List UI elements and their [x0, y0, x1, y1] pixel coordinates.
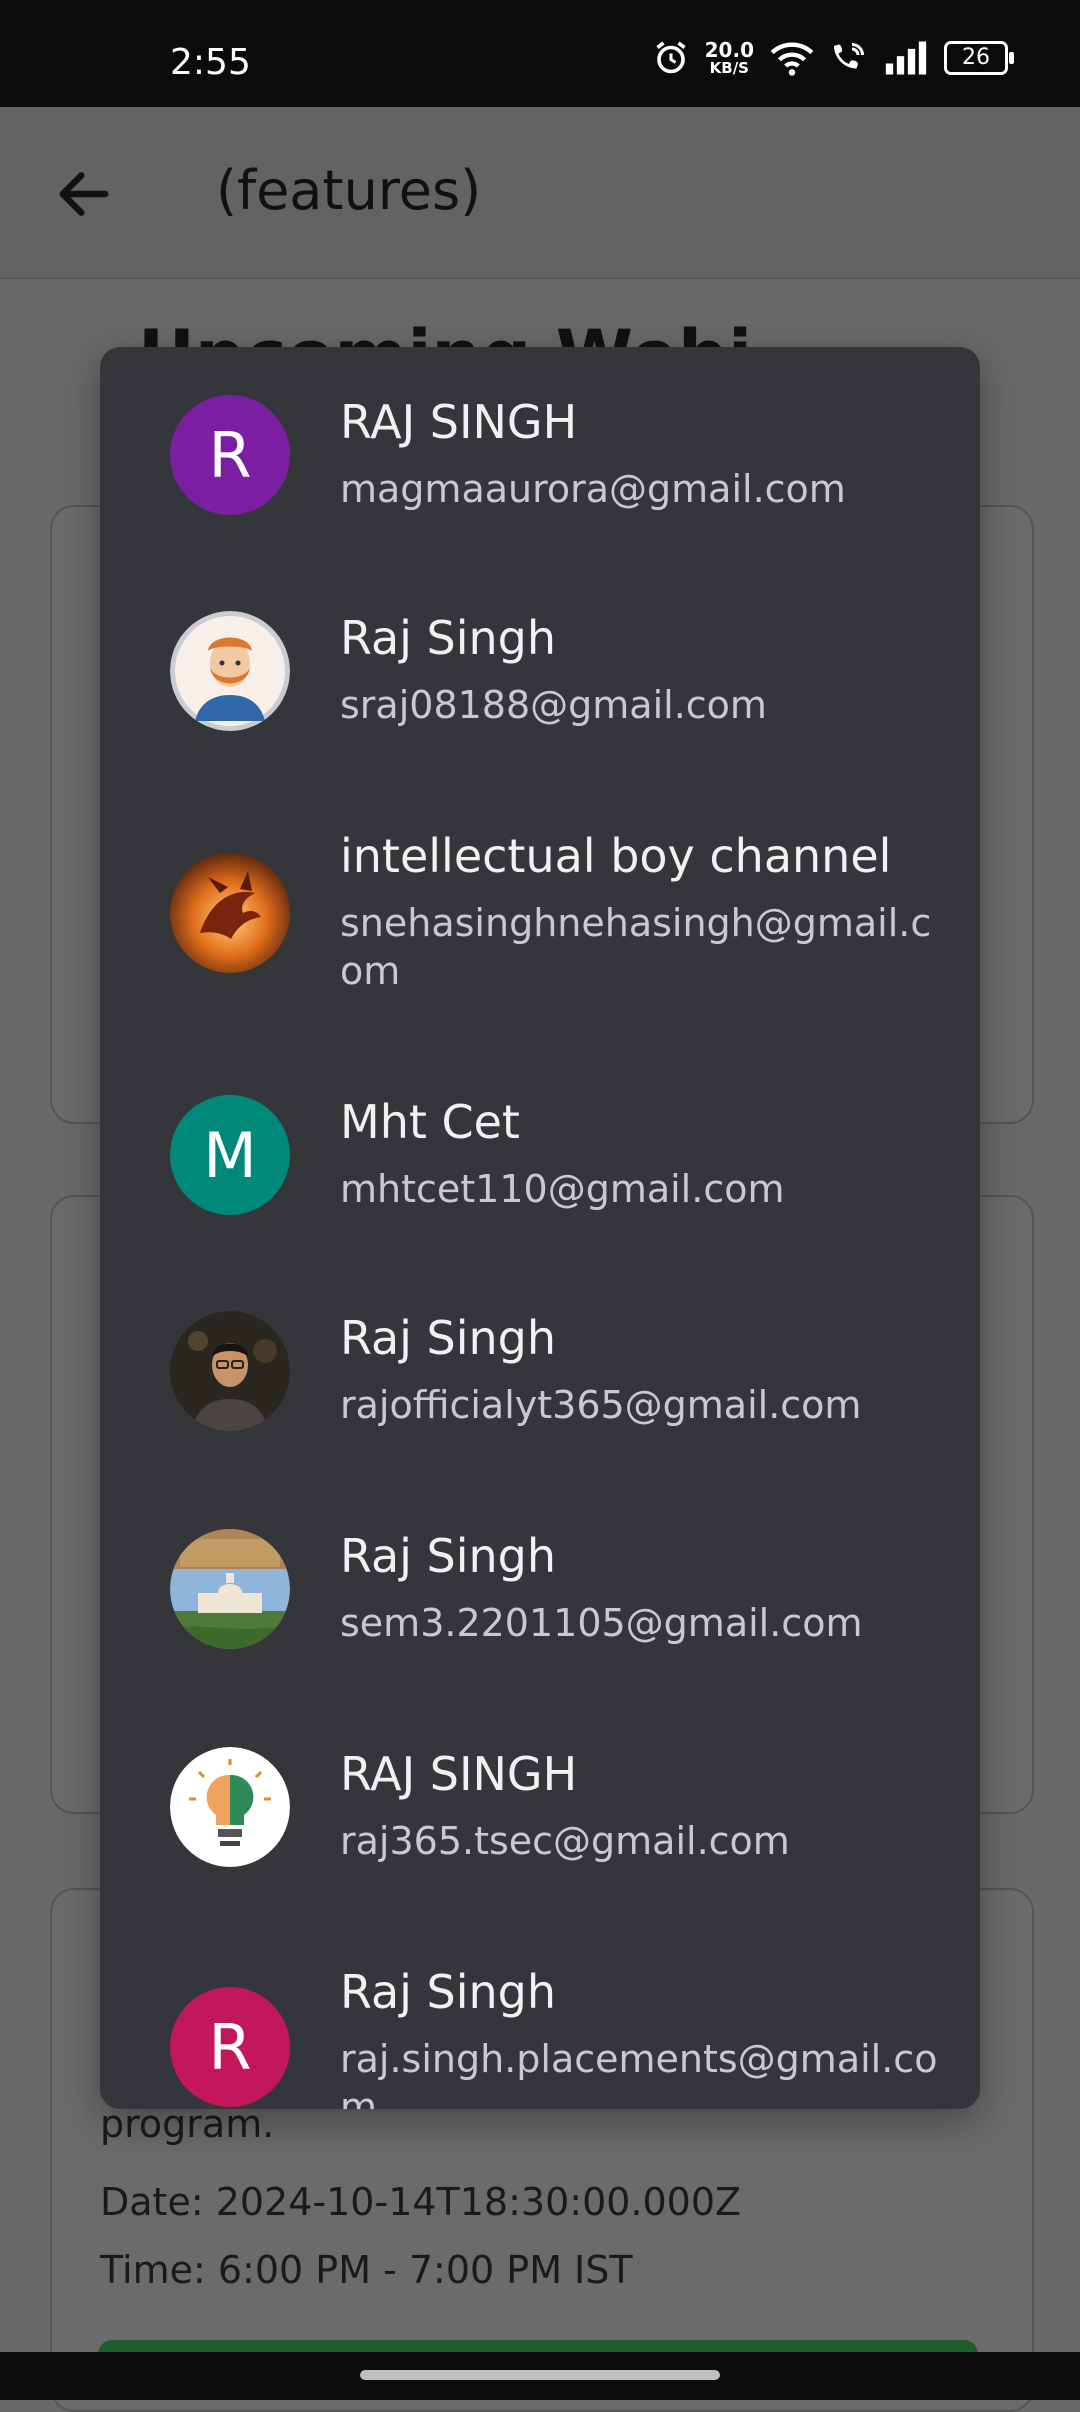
- webinar-date: Date: 2024-10-14T18:30:00.000Z: [100, 2180, 742, 2224]
- account-item[interactable]: intellectual boy channel snehasinghnehas…: [100, 783, 980, 1049]
- webinar-time: Time: 6:00 PM - 7:00 PM IST: [100, 2248, 633, 2292]
- account-email: sraj08188@gmail.com: [340, 683, 767, 727]
- account-email: rajofficialyt365@gmail.com: [340, 1383, 862, 1427]
- wifi-icon: [770, 42, 814, 76]
- back-arrow-icon[interactable]: [52, 162, 116, 226]
- account-name: RAJ SINGH: [340, 1747, 578, 1801]
- account-item[interactable]: RAJ SINGH raj365.tsec@gmail.com: [100, 1703, 980, 1921]
- battery-indicator: 26: [944, 41, 1014, 75]
- status-icons: 20.0 KB/S 26: [653, 40, 1014, 76]
- account-name: RAJ SINGH: [340, 395, 578, 449]
- account-email: magmaaurora@gmail.com: [340, 467, 846, 511]
- account-name: Mht Cet: [340, 1095, 520, 1149]
- sih-logo-icon: [170, 1747, 290, 1867]
- account-email: sem3.2201105@gmail.com: [340, 1601, 863, 1645]
- account-name: Raj Singh: [340, 611, 557, 665]
- avatar: R: [170, 1987, 290, 2107]
- app-bar: (features): [0, 107, 1080, 279]
- network-speed: 20.0 KB/S: [705, 40, 754, 76]
- account-item[interactable]: Raj Singh sraj08188@gmail.com: [100, 565, 980, 783]
- account-email: snehasinghnehasingh@gmail.com: [340, 901, 932, 993]
- status-time: 2:55: [170, 42, 251, 83]
- account-item[interactable]: Raj Singh sem3.2201105@gmail.com: [100, 1485, 980, 1703]
- wifi-call-icon: [834, 43, 864, 69]
- account-item[interactable]: Raj Singh rajofficialyt365@gmail.com: [100, 1267, 980, 1485]
- status-bar: 2:55 20.0 KB/S 26: [0, 0, 1080, 107]
- account-item[interactable]: M Mht Cet mhtcet110@gmail.com: [100, 1049, 980, 1267]
- account-name: Raj Singh: [340, 1529, 557, 1583]
- landmark-icon: [170, 1529, 290, 1649]
- account-name: Raj Singh: [340, 1311, 557, 1365]
- account-email: mhtcet110@gmail.com: [340, 1167, 785, 1211]
- account-name: intellectual boy channel: [340, 829, 892, 883]
- cartoon-man-icon: [170, 611, 290, 731]
- network-speed-value: 20.0: [704, 38, 754, 62]
- navigation-bar: [0, 2352, 1080, 2400]
- dragon-icon: [170, 853, 290, 973]
- avatar: M: [170, 1095, 290, 1215]
- avatar: R: [170, 395, 290, 515]
- account-name: Raj Singh: [340, 1965, 557, 2019]
- person-photo-icon: [170, 1311, 290, 1431]
- account-item[interactable]: R RAJ SINGH magmaaurora@gmail.com: [100, 347, 980, 565]
- network-speed-unit: KB/S: [709, 59, 749, 77]
- alarm-icon: [656, 41, 686, 74]
- page-title: (features): [216, 159, 482, 222]
- account-picker-dialog: R RAJ SINGH magmaaurora@gmail.com Raj Si…: [100, 347, 980, 2109]
- account-email: raj.singh.placements@gmail.com: [340, 2037, 938, 2109]
- home-gesture-handle[interactable]: [360, 2370, 720, 2380]
- signal-icon: [885, 41, 927, 75]
- account-item[interactable]: R Raj Singh raj.singh.placements@gmail.c…: [100, 1921, 980, 2109]
- account-email: raj365.tsec@gmail.com: [340, 1819, 790, 1863]
